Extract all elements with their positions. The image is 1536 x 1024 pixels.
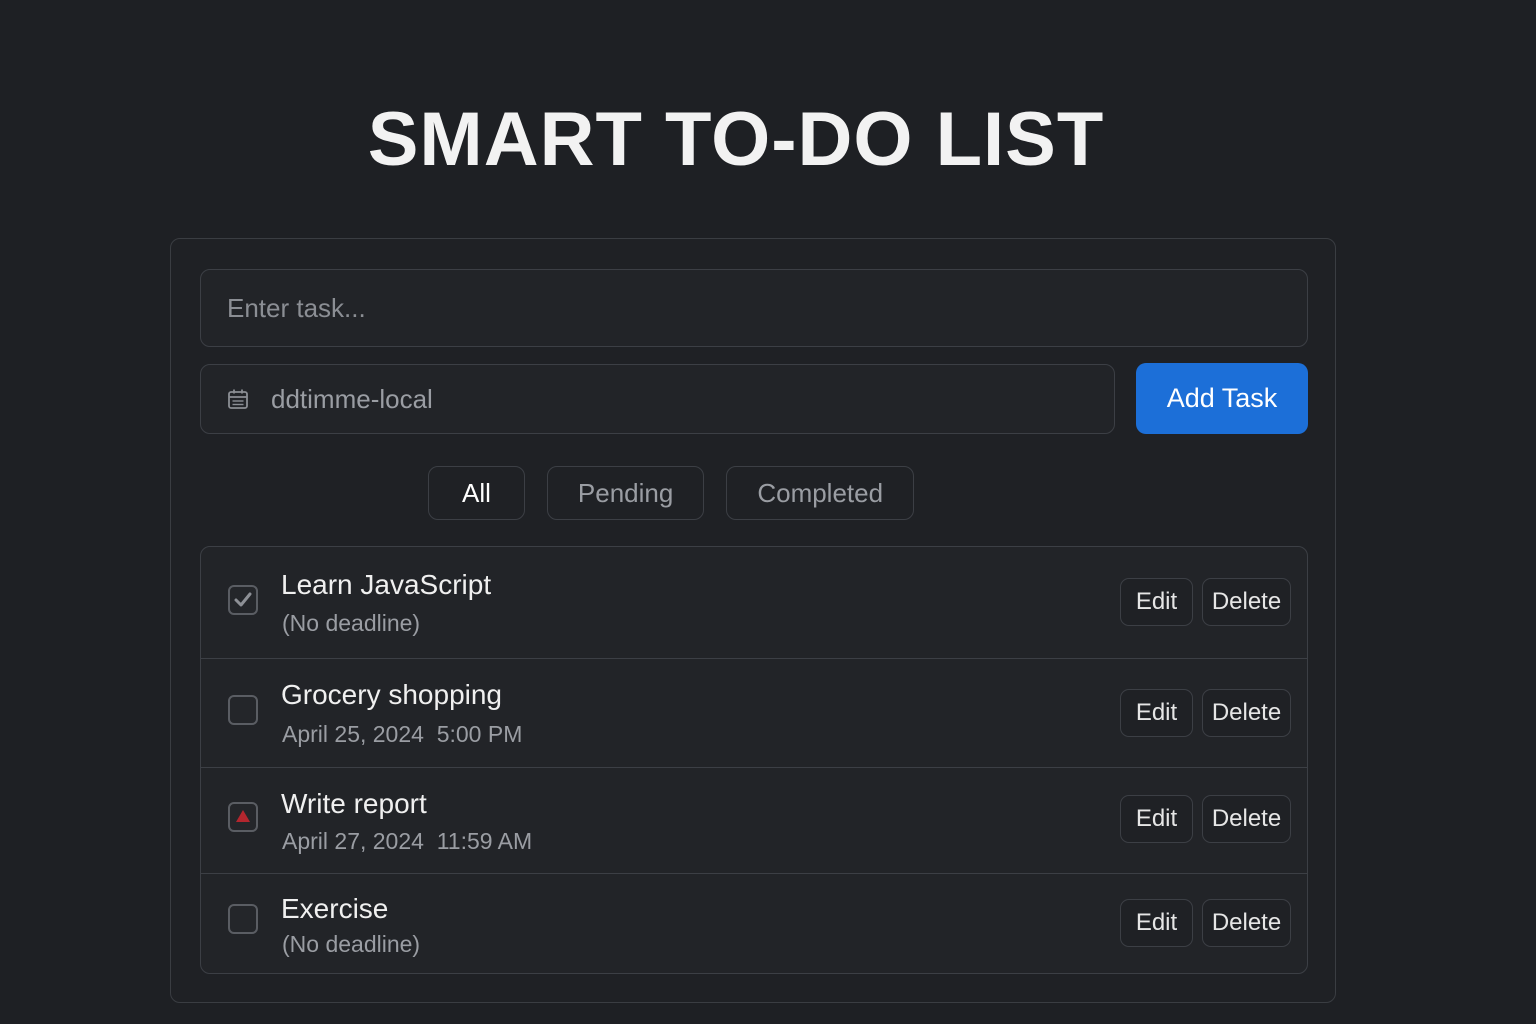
edit-button[interactable]: Edit: [1120, 899, 1193, 947]
task-checkbox[interactable]: [228, 695, 258, 725]
filter-completed-button[interactable]: Completed: [726, 466, 915, 520]
filter-pending-button[interactable]: Pending: [546, 466, 705, 520]
todo-card: ddtimme-local Add Task All Pending Compl…: [170, 238, 1336, 1003]
delete-button[interactable]: Delete: [1202, 795, 1291, 843]
task-row: Exercise (No deadline) Edit Delete: [201, 874, 1307, 973]
delete-button[interactable]: Delete: [1202, 578, 1291, 626]
page-title: SMART TO-DO LIST: [367, 97, 1105, 182]
task-deadline: (No deadline): [282, 931, 421, 957]
task-checkbox[interactable]: [228, 904, 258, 934]
filter-all-button[interactable]: All: [428, 466, 525, 520]
task-deadline: April 27, 2024 11:59 AM: [282, 828, 533, 854]
task-name: Learn JavaScript: [281, 569, 492, 600]
task-checkbox-checked[interactable]: [228, 585, 258, 615]
task-checkbox-overdue[interactable]: [228, 802, 258, 832]
task-list: Learn JavaScript (No deadline) Edit Dele…: [200, 546, 1308, 974]
add-task-button[interactable]: Add Task: [1136, 363, 1308, 434]
edit-button[interactable]: Edit: [1120, 578, 1193, 626]
edit-button[interactable]: Edit: [1120, 689, 1193, 737]
deadline-datetime-value: ddtimme-local: [271, 383, 433, 414]
task-row: Write report April 27, 2024 11:59 AM Edi…: [201, 768, 1307, 874]
task-row: Grocery shopping April 25, 2024 5:00 PM …: [201, 659, 1307, 768]
task-deadline: (No deadline): [282, 610, 421, 636]
task-name: Write report: [281, 788, 427, 819]
delete-button[interactable]: Delete: [1202, 899, 1291, 947]
deadline-datetime-field[interactable]: ddtimme-local: [200, 364, 1115, 434]
task-name: Exercise: [281, 893, 389, 924]
edit-button[interactable]: Edit: [1120, 795, 1193, 843]
task-deadline: April 25, 2024 5:00 PM: [282, 721, 523, 747]
task-row: Learn JavaScript (No deadline) Edit Dele…: [201, 547, 1307, 659]
delete-button[interactable]: Delete: [1202, 689, 1291, 737]
filter-tabs: All Pending Completed: [428, 466, 915, 520]
calendar-icon: [227, 388, 249, 410]
checkmark-icon: [234, 592, 252, 607]
task-input[interactable]: [200, 269, 1308, 347]
task-name: Grocery shopping: [281, 679, 503, 710]
warning-triangle-icon: [236, 810, 250, 822]
